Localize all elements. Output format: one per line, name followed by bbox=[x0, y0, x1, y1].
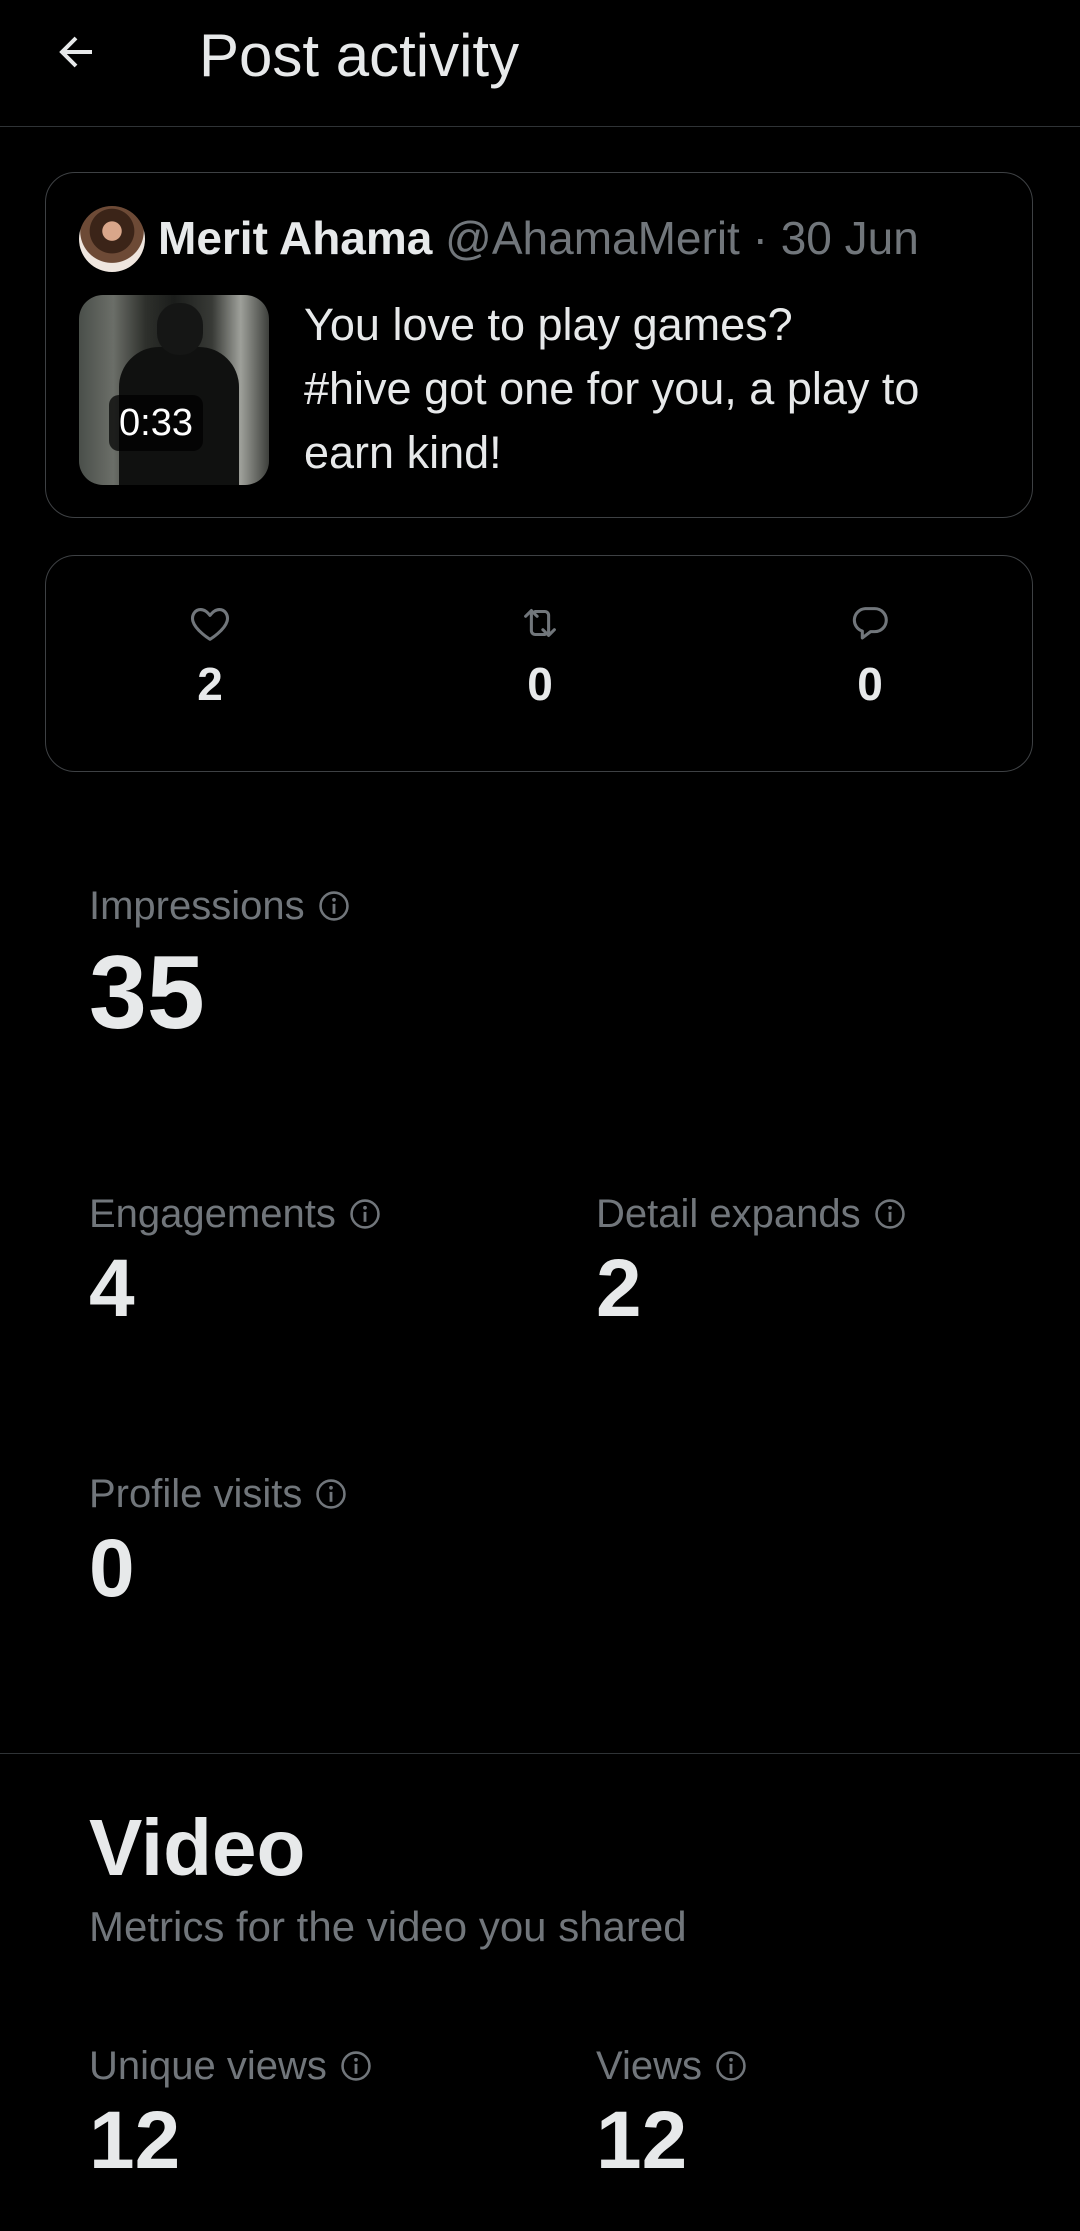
unique-views-label-row: Unique views bbox=[89, 2040, 373, 2092]
detail-expands-label: Detail expands bbox=[596, 1192, 861, 1236]
detail-expands-value: 2 bbox=[596, 1243, 642, 1334]
author-handle: @AhamaMerit bbox=[445, 212, 740, 264]
info-circle-icon[interactable] bbox=[314, 1477, 348, 1511]
back-button[interactable] bbox=[44, 20, 108, 84]
separator-dot: · bbox=[752, 212, 768, 264]
detail-expands-metric: Detail expands 2 bbox=[596, 1188, 907, 1334]
video-duration-badge: 0:33 bbox=[109, 395, 203, 451]
likes-stat: 2 bbox=[150, 600, 270, 712]
engagements-value: 4 bbox=[89, 1243, 135, 1334]
unique-views-metric: Unique views 12 bbox=[89, 2040, 373, 2186]
unique-views-value: 12 bbox=[89, 2095, 181, 2186]
profile-visits-metric: Profile visits 0 bbox=[89, 1468, 348, 1614]
video-section-title: Video bbox=[89, 1803, 306, 1892]
info-circle-icon[interactable] bbox=[339, 2049, 373, 2083]
detail-expands-label-row: Detail expands bbox=[596, 1188, 907, 1240]
unique-views-label: Unique views bbox=[89, 2044, 327, 2088]
heart-icon bbox=[191, 608, 229, 641]
post-text-line: You love to play games? bbox=[304, 299, 793, 350]
engagement-counts-card: 2 0 0 bbox=[45, 555, 1033, 772]
post-text-line: earn kind! bbox=[304, 427, 502, 478]
top-bar: Post activity bbox=[0, 0, 1080, 127]
replies-stat: 0 bbox=[810, 600, 930, 712]
reposts-stat: 0 bbox=[480, 600, 600, 712]
info-circle-icon[interactable] bbox=[317, 889, 351, 923]
views-label-row: Views bbox=[596, 2040, 748, 2092]
replies-count: 0 bbox=[857, 658, 883, 710]
section-divider bbox=[0, 1753, 1080, 1754]
thumbnail-figure-head bbox=[157, 303, 203, 355]
engagements-metric: Engagements 4 bbox=[89, 1188, 382, 1334]
video-thumbnail[interactable]: 0:33 bbox=[79, 295, 269, 485]
reposts-count: 0 bbox=[527, 658, 553, 710]
profile-visits-value: 0 bbox=[89, 1523, 135, 1614]
repost-icon bbox=[524, 609, 556, 637]
engagements-label-row: Engagements bbox=[89, 1188, 382, 1240]
video-section-subtitle: Metrics for the video you shared bbox=[89, 1903, 687, 1950]
impressions-metric: Impressions 35 bbox=[89, 880, 351, 1048]
info-circle-icon[interactable] bbox=[714, 2049, 748, 2083]
views-label: Views bbox=[596, 2044, 702, 2088]
impressions-value: 35 bbox=[89, 935, 205, 1051]
post-author-line: Merit Ahama @AhamaMerit · 30 Jun bbox=[158, 209, 919, 267]
info-circle-icon[interactable] bbox=[873, 1197, 907, 1231]
profile-visits-label: Profile visits bbox=[89, 1472, 303, 1516]
profile-visits-label-row: Profile visits bbox=[89, 1468, 348, 1520]
avatar[interactable] bbox=[79, 206, 145, 272]
views-metric: Views 12 bbox=[596, 2040, 748, 2186]
impressions-label: Impressions bbox=[89, 884, 305, 928]
likes-count: 2 bbox=[197, 658, 223, 710]
impressions-label-row: Impressions bbox=[89, 880, 351, 932]
engagements-label: Engagements bbox=[89, 1192, 336, 1236]
arrow-left-icon bbox=[59, 36, 92, 68]
info-circle-icon[interactable] bbox=[348, 1197, 382, 1231]
post-text-line: #hive got one for you, a play to bbox=[304, 363, 920, 414]
speech-bubble-icon bbox=[852, 607, 888, 640]
views-value: 12 bbox=[596, 2095, 688, 2186]
post-text: You love to play games? #hive got one fo… bbox=[304, 293, 1004, 485]
post-preview-card[interactable]: Merit Ahama @AhamaMerit · 30 Jun 0:33 Yo… bbox=[45, 172, 1033, 518]
post-date: 30 Jun bbox=[780, 212, 919, 264]
page-title: Post activity bbox=[199, 22, 520, 89]
author-name: Merit Ahama bbox=[158, 212, 433, 264]
